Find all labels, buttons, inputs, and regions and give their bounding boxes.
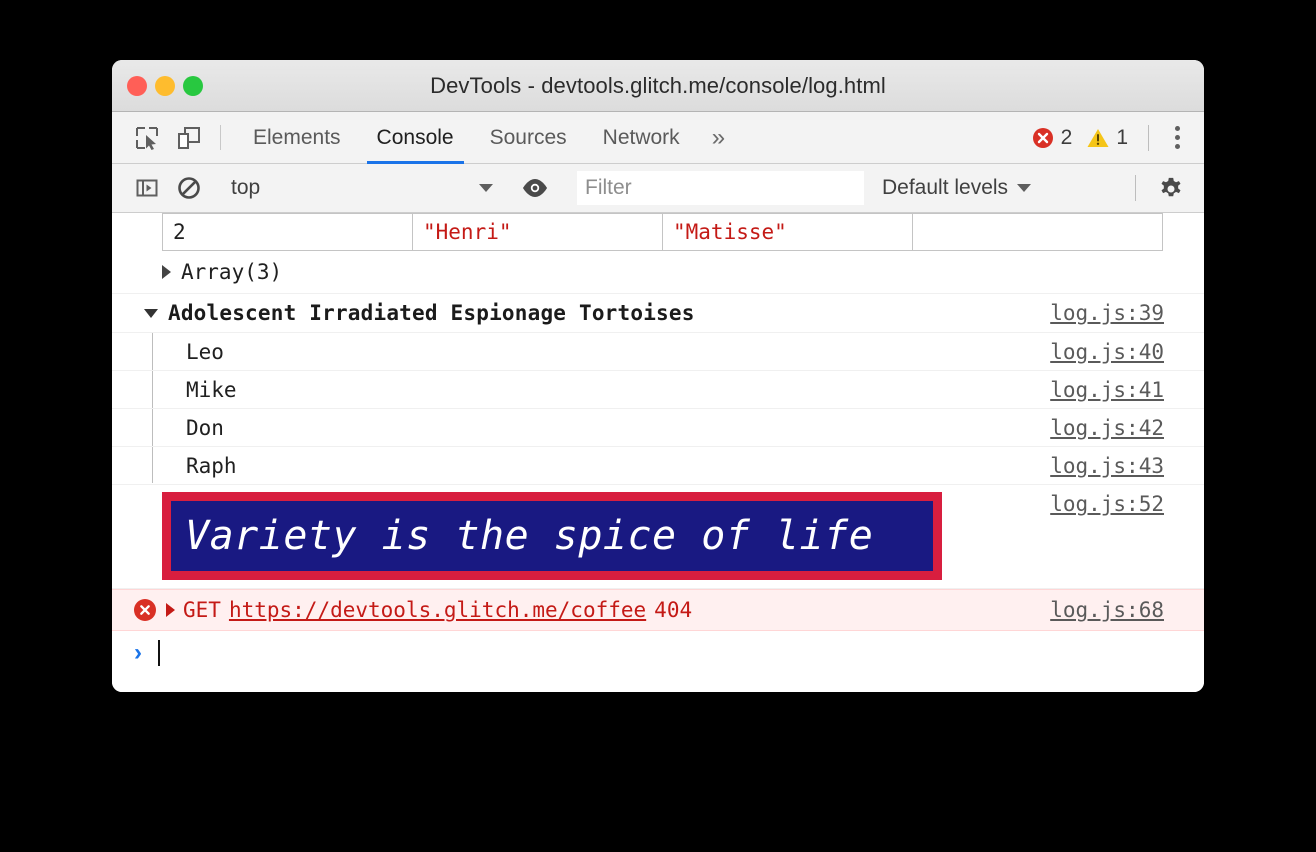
tab-console[interactable]: Console bbox=[359, 112, 472, 163]
console-group-item: Raph log.js:43 bbox=[112, 447, 1204, 485]
log-message-text: Raph bbox=[186, 454, 237, 478]
tab-elements[interactable]: Elements bbox=[235, 112, 359, 163]
console-group-body: Leo log.js:40 Mike log.js:41 Don log.js:… bbox=[112, 333, 1204, 485]
console-message-list[interactable]: 2 "Henri" "Matisse" Array(3) Adolescent … bbox=[112, 213, 1204, 692]
console-group-item: Don log.js:42 bbox=[112, 409, 1204, 447]
toggle-device-toolbar-button[interactable] bbox=[168, 112, 210, 163]
window-title: DevTools - devtools.glitch.me/console/lo… bbox=[112, 73, 1204, 99]
tabbar-separator bbox=[220, 125, 221, 150]
error-icon bbox=[1031, 126, 1055, 150]
source-link[interactable]: log.js:43 bbox=[1050, 454, 1164, 478]
log-message-text: Leo bbox=[186, 340, 224, 364]
tab-network[interactable]: Network bbox=[585, 112, 698, 163]
traffic-lights bbox=[127, 76, 203, 96]
tabbar-right-separator bbox=[1148, 125, 1149, 151]
error-icon bbox=[134, 599, 156, 621]
clear-console-button[interactable] bbox=[168, 175, 210, 201]
window-titlebar: DevTools - devtools.glitch.me/console/lo… bbox=[112, 60, 1204, 112]
console-array-message[interactable]: Array(3) bbox=[112, 251, 1204, 293]
console-styled-message: Variety is the spice of life log.js:52 bbox=[112, 485, 1204, 589]
log-levels-selector[interactable]: Default levels bbox=[882, 176, 1031, 200]
devtools-main-menu-button[interactable] bbox=[1163, 120, 1192, 155]
console-error-message: GET https://devtools.glitch.me/coffee 40… bbox=[112, 589, 1204, 631]
maximize-window-button[interactable] bbox=[183, 76, 203, 96]
expand-triangle-icon[interactable] bbox=[162, 265, 171, 279]
console-table-message: 2 "Henri" "Matisse" bbox=[112, 213, 1204, 251]
warning-icon bbox=[1086, 126, 1110, 150]
expand-triangle-icon[interactable] bbox=[166, 603, 175, 617]
create-live-expression-icon bbox=[521, 177, 549, 199]
console-toolbar: top Default levels bbox=[112, 164, 1204, 213]
source-link[interactable]: log.js:40 bbox=[1050, 340, 1164, 364]
table-row: 2 "Henri" "Matisse" bbox=[163, 214, 1163, 251]
chevron-down-icon bbox=[1017, 184, 1031, 192]
console-toolbar-right bbox=[1121, 175, 1192, 201]
tabbar-right-controls: 2 1 bbox=[1031, 112, 1204, 163]
inspect-element-icon bbox=[134, 125, 160, 151]
source-link[interactable]: log.js:52 bbox=[1050, 492, 1164, 516]
device-toolbar-icon bbox=[176, 125, 202, 151]
source-link[interactable]: log.js:68 bbox=[1050, 598, 1164, 622]
inspect-element-button[interactable] bbox=[126, 112, 168, 163]
kebab-menu-icon bbox=[1175, 126, 1180, 131]
devtools-window: DevTools - devtools.glitch.me/console/lo… bbox=[112, 60, 1204, 692]
table-cell-firstname: "Henri" bbox=[413, 214, 663, 251]
kebab-menu-icon-dot2 bbox=[1175, 135, 1180, 140]
prompt-chevron-icon: › bbox=[134, 639, 142, 667]
table-cell-lastname: "Matisse" bbox=[663, 214, 913, 251]
warning-count-label: 1 bbox=[1116, 126, 1128, 150]
clear-console-icon bbox=[176, 175, 202, 201]
show-console-sidebar-icon bbox=[135, 176, 159, 200]
close-window-button[interactable] bbox=[127, 76, 147, 96]
tab-sources[interactable]: Sources bbox=[472, 112, 585, 163]
source-link[interactable]: log.js:39 bbox=[1050, 301, 1164, 325]
console-settings-button[interactable] bbox=[1150, 175, 1192, 201]
table-cell-empty bbox=[913, 214, 1163, 251]
source-link[interactable]: log.js:42 bbox=[1050, 416, 1164, 440]
log-message-text: Mike bbox=[186, 378, 237, 402]
toggle-console-sidebar-button[interactable] bbox=[126, 176, 168, 200]
minimize-window-button[interactable] bbox=[155, 76, 175, 96]
console-prompt-row[interactable]: › bbox=[112, 631, 1204, 675]
response-status-label: 404 bbox=[654, 598, 692, 622]
styled-message-text: Variety is the spice of life bbox=[185, 513, 873, 559]
console-group-item: Leo log.js:40 bbox=[112, 333, 1204, 371]
console-group-header[interactable]: Adolescent Irradiated Espionage Tortoise… bbox=[112, 293, 1204, 333]
create-live-expression-button[interactable] bbox=[514, 177, 556, 199]
array-label: Array(3) bbox=[181, 260, 282, 284]
execution-context-selector[interactable]: top bbox=[231, 176, 493, 200]
source-link[interactable]: log.js:41 bbox=[1050, 378, 1164, 402]
request-method-label: GET bbox=[183, 598, 221, 622]
chevron-down-icon bbox=[479, 184, 493, 192]
console-table: 2 "Henri" "Matisse" bbox=[162, 213, 1163, 251]
panel-tabs: Elements Console Sources Network » bbox=[235, 112, 739, 163]
collapse-triangle-icon[interactable] bbox=[144, 309, 158, 318]
filter-input[interactable] bbox=[577, 171, 864, 205]
gear-icon bbox=[1158, 175, 1184, 201]
error-count-label: 2 bbox=[1061, 126, 1073, 150]
table-cell-index: 2 bbox=[163, 214, 413, 251]
request-url-link[interactable]: https://devtools.glitch.me/coffee bbox=[229, 598, 646, 622]
styled-message-banner: Variety is the spice of life bbox=[162, 492, 942, 580]
more-tabs-button[interactable]: » bbox=[698, 112, 739, 163]
console-toolbar-separator-4 bbox=[1135, 175, 1136, 201]
warning-counter[interactable]: 1 bbox=[1086, 126, 1128, 150]
devtools-tabbar: Elements Console Sources Network » 2 bbox=[112, 112, 1204, 164]
console-group-item: Mike log.js:41 bbox=[112, 371, 1204, 409]
log-levels-label: Default levels bbox=[882, 176, 1008, 200]
console-group-title: Adolescent Irradiated Espionage Tortoise… bbox=[168, 301, 695, 325]
log-message-text: Don bbox=[186, 416, 224, 440]
kebab-menu-icon-dot3 bbox=[1175, 144, 1180, 149]
error-counter[interactable]: 2 bbox=[1031, 126, 1073, 150]
execution-context-label: top bbox=[231, 176, 260, 200]
text-cursor bbox=[158, 640, 160, 666]
